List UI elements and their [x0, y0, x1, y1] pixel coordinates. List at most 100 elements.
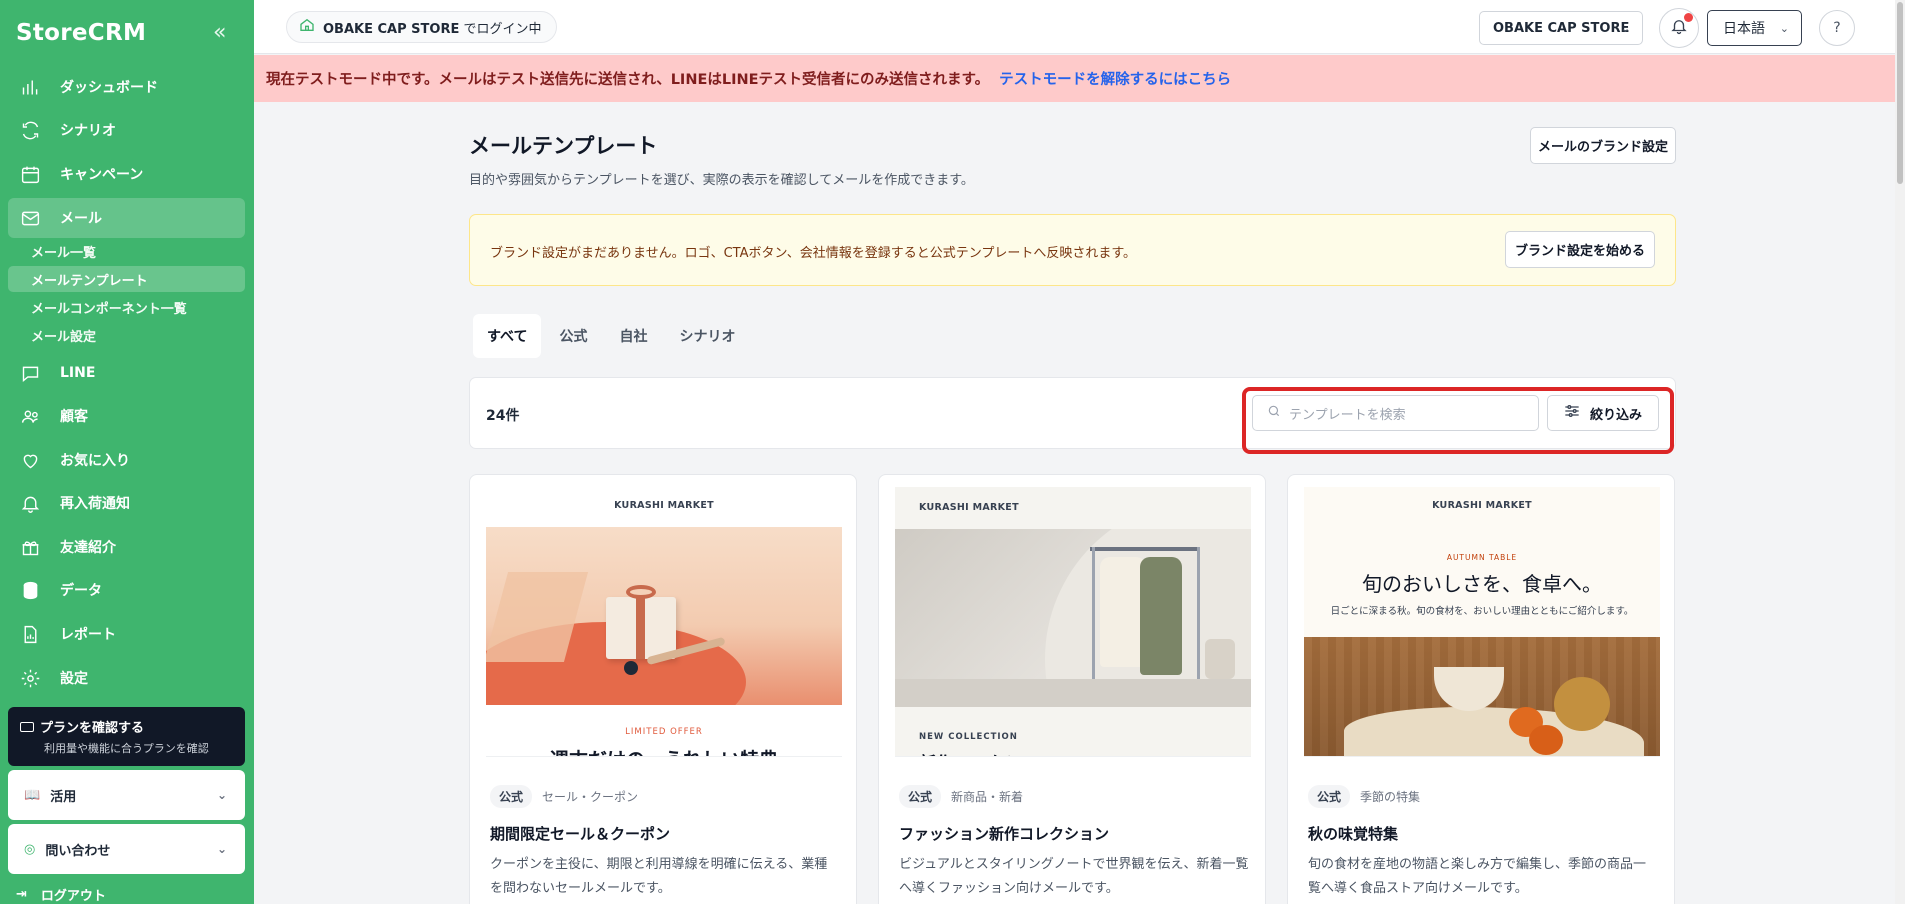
preview-image: [895, 529, 1251, 707]
sidebar-item-line[interactable]: LINE: [8, 353, 245, 393]
template-preview: KURASHI MARKET NEW COLLECTION 新作コレクション: [895, 487, 1251, 757]
template-category: 新商品・新着: [951, 790, 1024, 804]
template-type-tag: 公式: [1308, 785, 1351, 808]
preview-brand: KURASHI MARKET: [919, 502, 1019, 513]
tab-all[interactable]: すべて: [473, 314, 542, 358]
template-card[interactable]: KURASHI MARKET LIMITED OFFER 週末だけの、うれしい特…: [469, 474, 857, 904]
refresh-icon: [16, 119, 44, 141]
notification-dot: [1684, 13, 1693, 22]
chevron-down-icon: ⌄: [1620, 21, 1630, 35]
store-login-pill[interactable]: OBAKE CAP STORE でログイン中: [286, 11, 557, 43]
sidebar-item-favorites[interactable]: お気に入り: [8, 440, 245, 480]
test-mode-banner: 現在テストモード中です。メールはテスト送信先に送信され、LINEはLINEテスト…: [254, 55, 1895, 102]
preview-subline: 日ごとに深まる秋。旬の食材を、おいしい理由とともにご紹介します。: [1330, 606, 1634, 617]
gear-icon: [16, 667, 44, 689]
heart-icon: [16, 449, 44, 471]
template-title: 期間限定セール＆クーポン: [490, 825, 671, 843]
help-icon: ?: [1833, 20, 1841, 36]
template-preview: KURASHI MARKET AUTUMN TABLE 旬のおいしさを、食卓へ。…: [1304, 487, 1660, 757]
bell-icon: [16, 492, 44, 514]
card-icon: [20, 721, 34, 732]
template-description: 旬の食材を産地の物語と楽しみ方で編集し、季節の商品一覧へ導く食品ストア向けメール…: [1308, 857, 1647, 896]
disable-test-mode-link[interactable]: テストモードを解除するにはこちら: [999, 68, 1231, 89]
sidebar-item-scenario[interactable]: シナリオ: [8, 110, 245, 150]
logout-label: ログアウト: [40, 889, 106, 904]
sidebar-item-mail[interactable]: メール: [8, 198, 245, 238]
sidebar-item-restock[interactable]: 再入荷通知: [8, 483, 245, 523]
template-type-tag: 公式: [899, 785, 942, 808]
sidebar-subitem-mail-components[interactable]: メールコンポーネント一覧: [8, 294, 245, 320]
sidebar-item-referral[interactable]: 友達紹介: [8, 527, 245, 567]
preview-image: [486, 527, 842, 705]
help-button[interactable]: ?: [1819, 10, 1855, 46]
page-scrollbar[interactable]: [1895, 0, 1905, 904]
plan-title: プランを確認する: [40, 721, 145, 736]
template-description: ビジュアルとスタイリングノートで世界観を伝え、新着一覧へ導くファッション向けメー…: [899, 857, 1249, 896]
sidebar-item-label: お気に入り: [60, 453, 130, 469]
sidebar-item-customers[interactable]: 顧客: [8, 396, 245, 436]
sidebar-subitem-mail-list[interactable]: メール一覧: [8, 238, 245, 264]
notifications-button[interactable]: [1659, 8, 1699, 48]
template-card[interactable]: KURASHI MARKET NEW COLLECTION 新作コレクション 公…: [878, 474, 1266, 904]
sidebar-item-label: シナリオ: [60, 123, 116, 139]
chevron-down-icon: ⌄: [216, 842, 227, 856]
tab-official[interactable]: 公式: [545, 314, 601, 358]
start-brand-settings-button[interactable]: ブランド設定を始める: [1505, 231, 1655, 268]
mail-icon: [16, 207, 44, 229]
preview-headline: 新作コレクション: [919, 749, 1055, 756]
sidebar-item-label: ダッシュボード: [60, 80, 158, 96]
contact-label: 問い合わせ: [45, 843, 111, 859]
mail-brand-settings-button[interactable]: メールのブランド設定: [1530, 127, 1676, 164]
search-placeholder: テンプレートを検索: [1289, 407, 1406, 423]
sidebar-item-label: LINE: [60, 365, 96, 381]
sidebar-item-label: 設定: [60, 671, 88, 687]
test-mode-text: 現在テストモード中です。メールはテスト送信先に送信され、LINEはLINEテスト…: [266, 72, 990, 88]
template-category: セール・クーポン: [542, 790, 639, 804]
sidebar-subitem-mail-template[interactable]: メールテンプレート: [8, 266, 245, 292]
database-icon: [16, 579, 44, 601]
preview-headline: 旬のおいしさを、食卓へ。: [1362, 572, 1602, 596]
sidebar-subitem-mail-settings[interactable]: メール設定: [8, 322, 245, 348]
chevron-down-icon: ⌄: [216, 788, 227, 802]
sidebar-item-campaign[interactable]: キャンペーン: [8, 154, 245, 194]
sidebar-item-dashboard[interactable]: ダッシュボード: [8, 67, 245, 107]
preview-image: [1304, 637, 1660, 756]
tab-scenario[interactable]: シナリオ: [665, 314, 749, 358]
language-select[interactable]: 日本語 ⌄: [1707, 10, 1802, 46]
gift-icon: [16, 536, 44, 558]
search-icon: [1267, 404, 1281, 422]
template-category: 季節の特集: [1360, 790, 1421, 804]
template-type-tag: 公式: [490, 785, 533, 808]
template-search-input[interactable]: テンプレートを検索: [1252, 395, 1539, 431]
sidebar-item-label: データ: [60, 583, 102, 599]
app-logo[interactable]: StoreCRM: [16, 20, 146, 46]
preview-eyebrow: AUTUMN TABLE: [1446, 553, 1518, 562]
collapse-sidebar-icon[interactable]: «: [213, 20, 226, 45]
bar-chart-icon: [16, 76, 44, 98]
calendar-icon: [16, 163, 44, 185]
usage-accordion[interactable]: 📖 活用 ⌄: [8, 770, 245, 820]
contact-accordion[interactable]: ◎ 問い合わせ ⌄: [8, 824, 245, 874]
preview-brand: KURASHI MARKET: [614, 500, 714, 511]
logout-button[interactable]: ⇥ ログアウト: [16, 885, 106, 904]
store-select[interactable]: OBAKE CAP STORE ⌄: [1479, 11, 1643, 45]
preview-brand: KURASHI MARKET: [1432, 500, 1532, 511]
template-card[interactable]: KURASHI MARKET AUTUMN TABLE 旬のおいしさを、食卓へ。…: [1287, 474, 1675, 904]
result-count: 24件: [486, 408, 520, 424]
plan-card[interactable]: プランを確認する 利用量や機能に合うプランを確認: [8, 707, 245, 766]
tab-own[interactable]: 自社: [605, 314, 661, 358]
sidebar-item-label: レポート: [60, 627, 116, 643]
sidebar-item-label: メール: [60, 211, 102, 227]
sidebar-item-label: 友達紹介: [60, 540, 116, 556]
brand-notice-text: ブランド設定がまだありません。ロゴ、CTAボタン、会社情報を登録すると公式テンプ…: [490, 246, 1137, 261]
filter-label: 絞り込み: [1589, 407, 1642, 423]
template-preview: KURASHI MARKET LIMITED OFFER 週末だけの、うれしい特…: [486, 487, 842, 757]
page-title: メールテンプレート: [469, 134, 658, 158]
scrollbar-thumb[interactable]: [1897, 2, 1903, 184]
filter-button[interactable]: 絞り込み: [1547, 395, 1659, 431]
sidebar-item-settings[interactable]: 設定: [8, 658, 245, 698]
sidebar-item-data[interactable]: データ: [8, 570, 245, 610]
usage-label: 活用: [50, 789, 77, 805]
users-icon: [16, 405, 44, 427]
sidebar-item-report[interactable]: レポート: [8, 614, 245, 654]
